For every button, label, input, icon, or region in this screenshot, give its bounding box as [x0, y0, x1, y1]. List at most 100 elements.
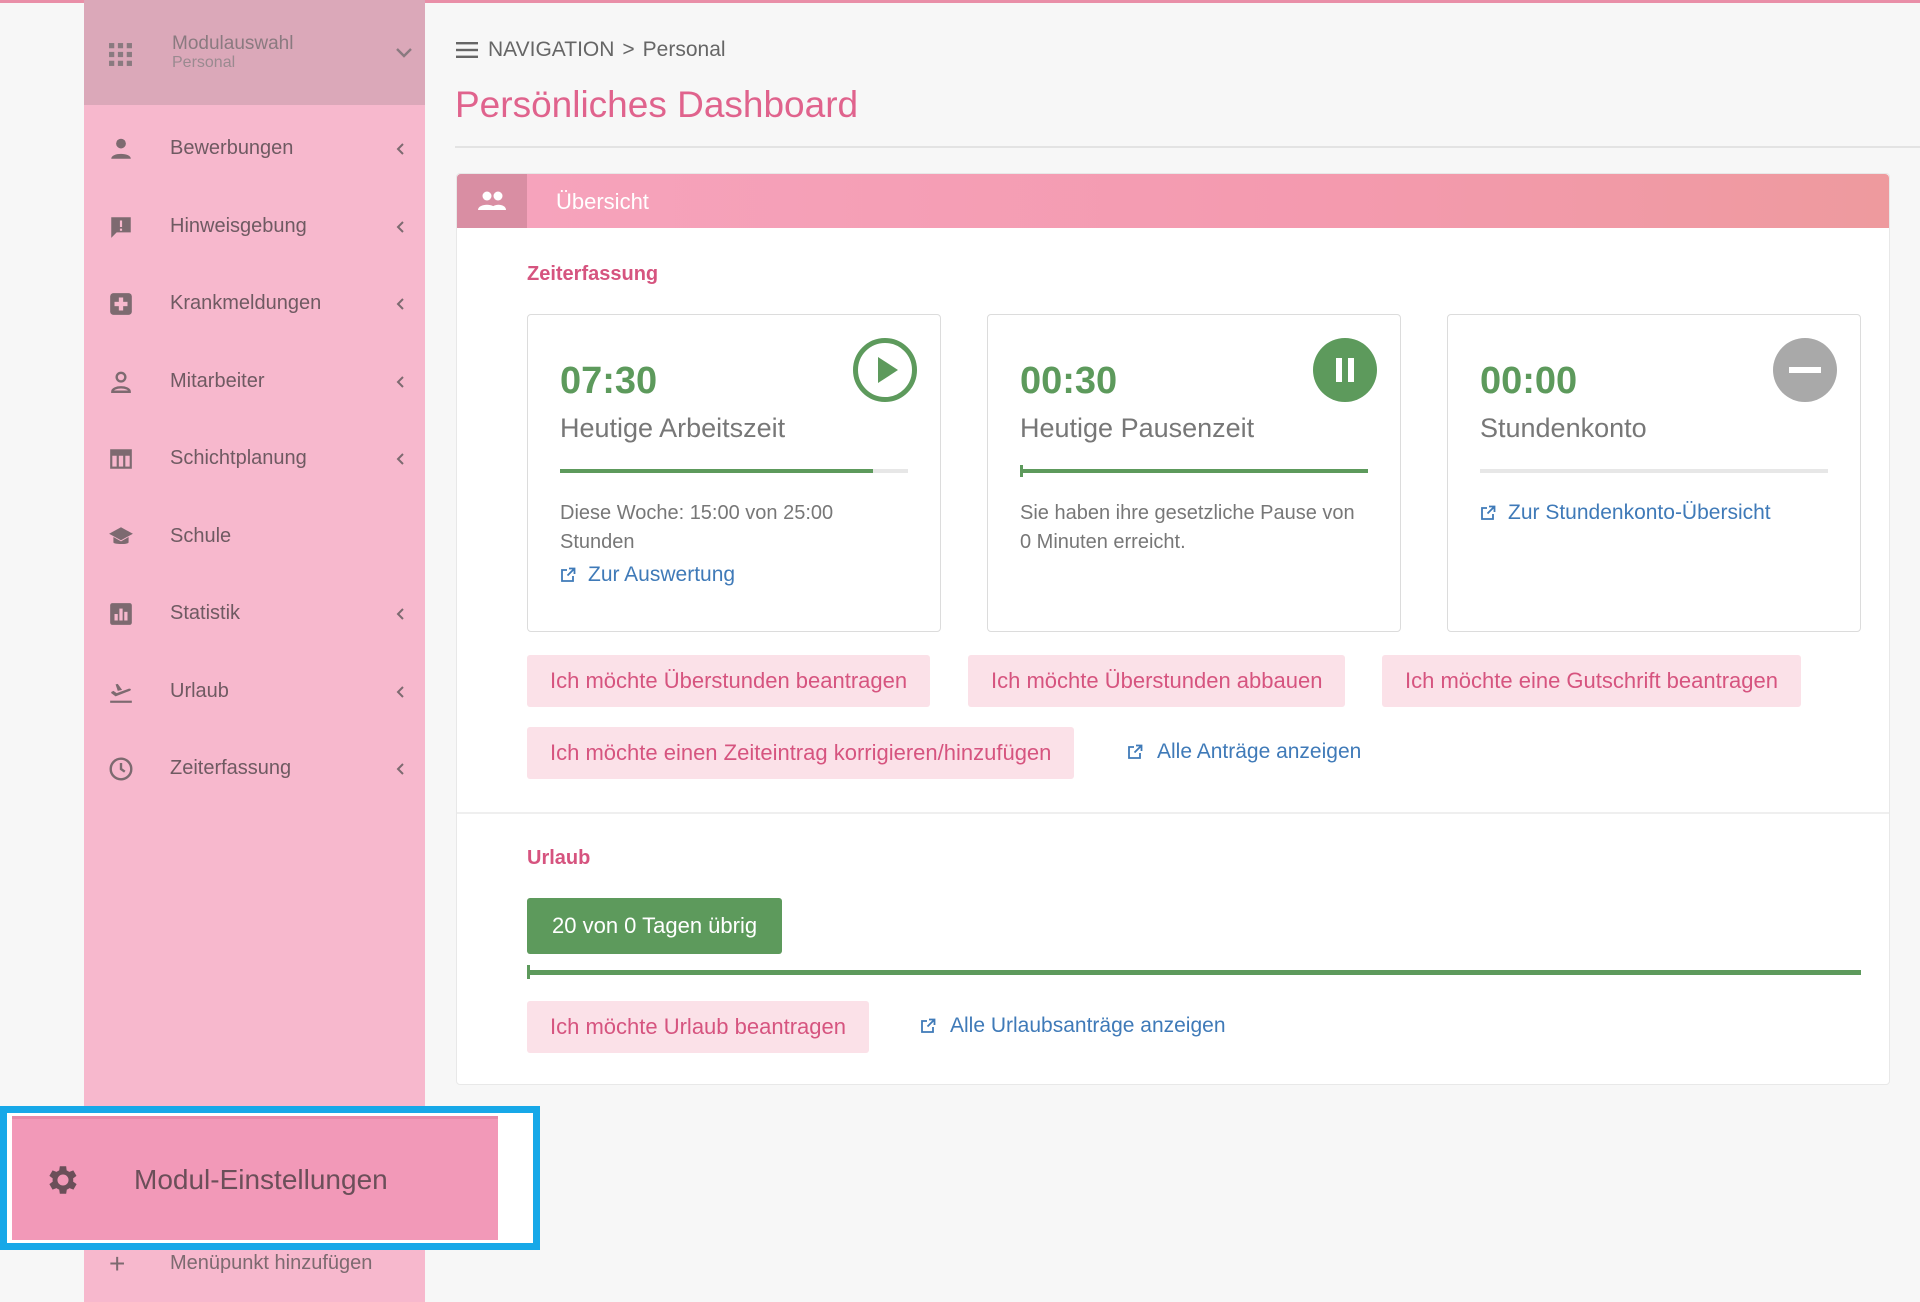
- evaluation-link-label: Zur Auswertung: [588, 563, 736, 586]
- chevron-left-icon: [396, 608, 404, 620]
- vacation-section-label: Urlaub: [527, 847, 591, 869]
- chevron-down-icon: [396, 48, 412, 58]
- chevron-left-icon: [396, 685, 404, 698]
- sidebar-item-label: Mitarbeiter: [170, 369, 265, 392]
- all-requests-link[interactable]: Alle Anträge anzeigen: [1127, 740, 1361, 764]
- hours-account-card: 00:00 Stundenkonto Zur Stundenkonto-Über…: [1447, 314, 1861, 632]
- gear-icon: [49, 1166, 77, 1194]
- chevron-left-icon: [396, 763, 404, 775]
- sidebar-item-label: Urlaub: [170, 679, 229, 702]
- vacation-progress-start: [527, 965, 530, 979]
- sidebar-item-bewerbungen[interactable]: Bewerbungen: [84, 110, 425, 188]
- module-select-subtitle: Personal: [172, 54, 236, 71]
- external-link-icon: [921, 1018, 936, 1033]
- request-overtime-button[interactable]: Ich möchte Überstunden beantragen: [527, 655, 931, 707]
- work-time-card: 07:30 Heutige Arbeitszeit Diese Woche: 1…: [527, 314, 941, 632]
- sidebar-item-label: Schule: [170, 524, 232, 547]
- sidebar-item-hinweisgebung[interactable]: Hinweisgebung: [84, 188, 425, 266]
- clock-icon: [109, 757, 133, 781]
- hamburger-menu-icon[interactable]: [456, 41, 480, 59]
- hours-account-value: 00:00: [1480, 360, 1578, 402]
- plus-icon: +: [109, 1248, 126, 1279]
- module-settings-label: Modul-Einstellungen: [134, 1164, 388, 1195]
- add-menu-item-label: Menüpunkt hinzufügen: [170, 1252, 373, 1274]
- feedback-icon: [111, 216, 131, 238]
- airplane-icon: [110, 683, 132, 703]
- chevron-left-icon: [396, 143, 404, 155]
- all-requests-label: Alle Anträge anzeigen: [1157, 740, 1362, 763]
- sidebar-item-zeiterfassung[interactable]: Zeiterfassung: [84, 730, 425, 808]
- chevron-left-icon: [396, 453, 404, 465]
- page-title: Persönliches Dashboard: [455, 84, 859, 125]
- play-icon[interactable]: [852, 337, 918, 403]
- breadcrumb-root[interactable]: NAVIGATION: [488, 38, 614, 62]
- sidebar-item-mitarbeiter[interactable]: Mitarbeiter: [84, 343, 425, 421]
- correct-time-entry-button[interactable]: Ich möchte einen Zeiteintrag korrigieren…: [527, 727, 1075, 779]
- person-icon: [111, 138, 131, 159]
- work-time-progress: [560, 469, 908, 473]
- panel-title: Übersicht: [556, 189, 649, 214]
- external-link-icon: [1128, 744, 1143, 759]
- hours-account-label: Stundenkonto: [1480, 413, 1647, 443]
- module-settings-button[interactable]: Modul-Einstellungen: [12, 1116, 498, 1240]
- break-time-description: Sie haben ihre gesetzliche Pause von 0 M…: [1020, 502, 1355, 553]
- all-vacation-requests-link[interactable]: Alle Urlaubsanträge anzeigen: [920, 1014, 1226, 1038]
- sidebar-item-schule[interactable]: Schule: [84, 498, 425, 576]
- sidebar-item-krankmeldungen[interactable]: Krankmeldungen: [84, 265, 425, 343]
- module-select[interactable]: Modulauswahl Personal: [84, 0, 425, 105]
- pause-icon[interactable]: [1312, 337, 1378, 403]
- work-time-description: Diese Woche: 15:00 von 25:00 Stunden: [560, 502, 834, 553]
- section-divider: [457, 812, 1889, 814]
- breadcrumb-current: Personal: [642, 38, 726, 61]
- panel-header-icon-box: [457, 174, 527, 228]
- sidebar-item-label: Schichtplanung: [170, 447, 307, 470]
- work-time-value: 07:30: [560, 360, 658, 402]
- module-select-title: Modulauswahl: [172, 33, 294, 54]
- overview-panel: Übersicht Zeiterfassung 07:30 Heutige Ar…: [456, 173, 1890, 1085]
- hours-account-overview-link[interactable]: Zur Stundenkonto-Übersicht: [1480, 501, 1771, 525]
- sidebar-item-label: Krankmeldungen: [170, 292, 322, 315]
- chevron-left-icon: [396, 375, 404, 388]
- person-outline-icon: [111, 371, 131, 393]
- chevron-left-icon: [396, 298, 404, 310]
- break-time-progress-fill: [1020, 469, 1368, 473]
- sidebar-item-statistik[interactable]: Statistik: [84, 575, 425, 653]
- calendar-table-icon: [110, 449, 132, 469]
- graduation-cap-icon: [109, 526, 133, 544]
- panel-header: Übersicht: [457, 174, 1889, 228]
- work-time-label: Heutige Arbeitszeit: [560, 413, 786, 443]
- title-divider: [455, 146, 1920, 148]
- hours-account-progress: [1480, 469, 1828, 473]
- sidebar-item-urlaub[interactable]: Urlaub: [84, 653, 425, 731]
- break-time-value: 00:30: [1020, 360, 1118, 402]
- sidebar-nav: Bewerbungen Hinweisgebung Krankmeldungen…: [84, 110, 425, 808]
- hours-account-overview-label: Zur Stundenkonto-Übersicht: [1508, 501, 1771, 524]
- sidebar-item-label: Bewerbungen: [170, 137, 294, 160]
- people-icon: [478, 191, 506, 210]
- vacation-days-badge: 20 von 0 Tagen übrig: [527, 898, 783, 954]
- request-credit-button[interactable]: Ich möchte eine Gutschrift beantragen: [1382, 655, 1801, 707]
- breadcrumb: NAVIGATION > Personal: [456, 38, 726, 62]
- external-link-icon: [561, 567, 576, 582]
- external-link-icon: [1481, 505, 1496, 520]
- bar-chart-icon: [110, 603, 132, 625]
- break-time-progress-start: [1020, 465, 1023, 477]
- reduce-overtime-button[interactable]: Ich möchte Überstunden abbauen: [968, 655, 1346, 707]
- break-time-progress: [1020, 465, 1368, 477]
- apps-grid-icon: [109, 43, 132, 66]
- evaluation-link[interactable]: Zur Auswertung: [560, 563, 735, 587]
- chevron-left-icon: [396, 220, 404, 233]
- work-time-progress-fill: [560, 469, 874, 473]
- all-vacation-requests-label: Alle Urlaubsanträge anzeigen: [950, 1014, 1226, 1037]
- break-time-card: 00:30 Heutige Pausenzeit Sie haben ihre …: [987, 314, 1401, 632]
- sidebar-item-label: Zeiterfassung: [170, 757, 292, 780]
- time-tracking-section-label: Zeiterfassung: [527, 263, 659, 285]
- sidebar-item-label: Statistik: [170, 602, 241, 625]
- sidebar-item-label: Hinweisgebung: [170, 214, 307, 237]
- request-vacation-button[interactable]: Ich möchte Urlaub beantragen: [527, 1001, 869, 1053]
- breadcrumb-separator: >: [622, 38, 635, 61]
- medical-icon: [110, 293, 132, 315]
- sidebar-item-schichtplanung[interactable]: Schichtplanung: [84, 420, 425, 498]
- minus-icon[interactable]: [1772, 337, 1838, 403]
- vacation-progress: [527, 965, 1861, 979]
